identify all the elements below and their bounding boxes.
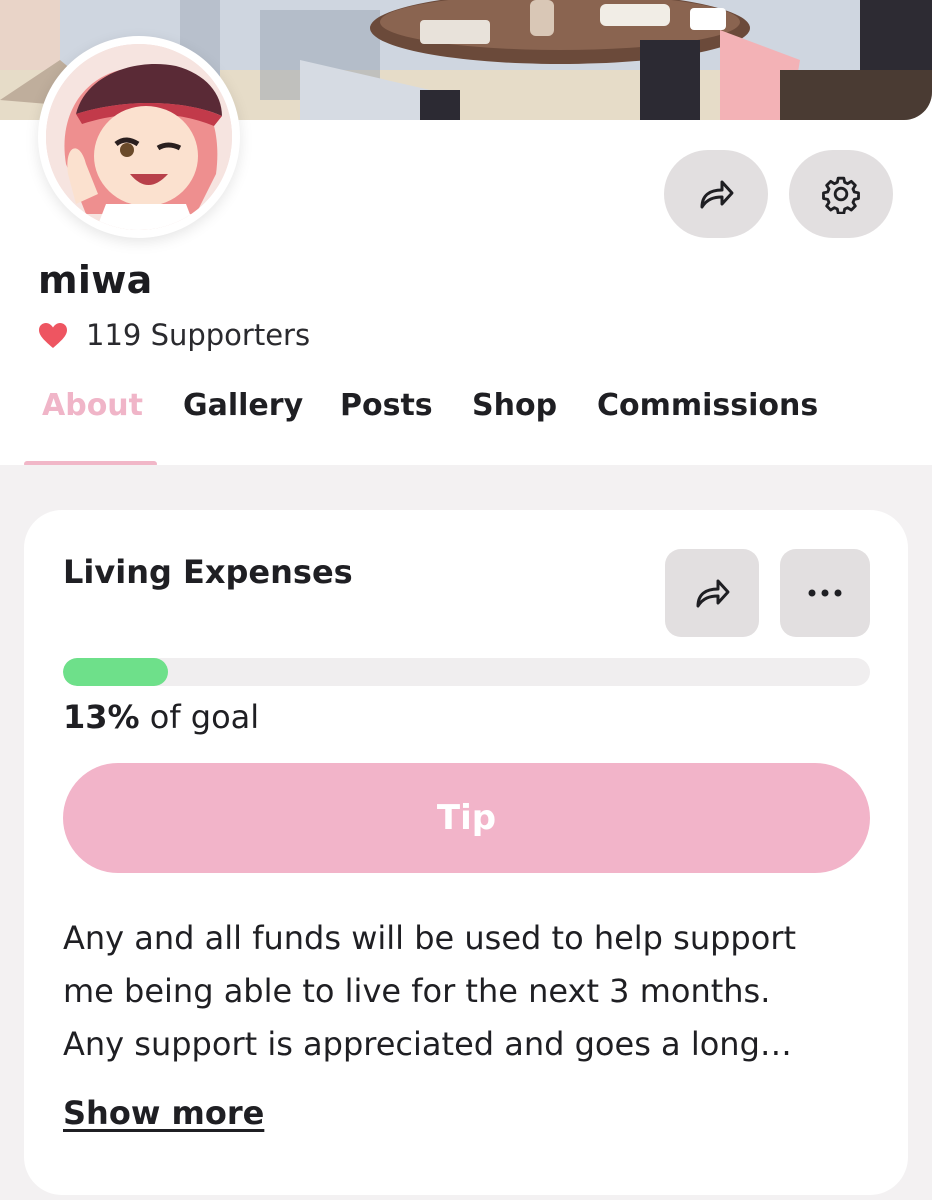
profile-tabs: About Gallery Posts Shop Commissions [0,388,932,466]
description-line: Any and all funds will be used to help s… [63,919,797,957]
share-arrow-icon [700,180,734,209]
supporters-label: 119 Supporters [86,318,311,352]
goal-description: Any and all funds will be used to help s… [63,912,875,1071]
more-dots-icon [808,589,842,597]
tab-commissions[interactable]: Commissions [597,388,818,466]
tab-shop[interactable]: Shop [472,388,557,466]
heart-icon [39,322,67,348]
profile-username: miwa [38,258,153,302]
goal-progress-bar [63,658,870,686]
settings-button[interactable] [789,150,893,238]
goal-percent-suffix: of goal [139,698,260,736]
tab-gallery[interactable]: Gallery [183,388,303,466]
goal-percent-value: 13% [63,698,140,736]
description-line: me being able to live for the next 3 mon… [63,972,771,1010]
share-profile-button[interactable] [664,150,768,238]
show-more-link[interactable]: Show more [63,1094,264,1132]
avatar-image [46,44,232,230]
goal-title: Living Expenses [63,553,353,591]
tab-posts[interactable]: Posts [340,388,433,466]
supporters-count[interactable]: 119 Supporters [38,318,310,352]
gear-icon [822,176,860,214]
description-line: Any support is appreciated and goes a lo… [63,1025,792,1063]
share-goal-button[interactable] [665,549,759,637]
tab-about[interactable]: About [42,388,143,466]
goal-progress-fill [63,658,168,686]
share-arrow-icon [696,579,730,608]
tip-button[interactable]: Tip [63,763,870,873]
avatar[interactable] [38,36,240,238]
more-options-button[interactable] [780,549,870,637]
goal-percent-text: 13% of goal [63,698,259,736]
